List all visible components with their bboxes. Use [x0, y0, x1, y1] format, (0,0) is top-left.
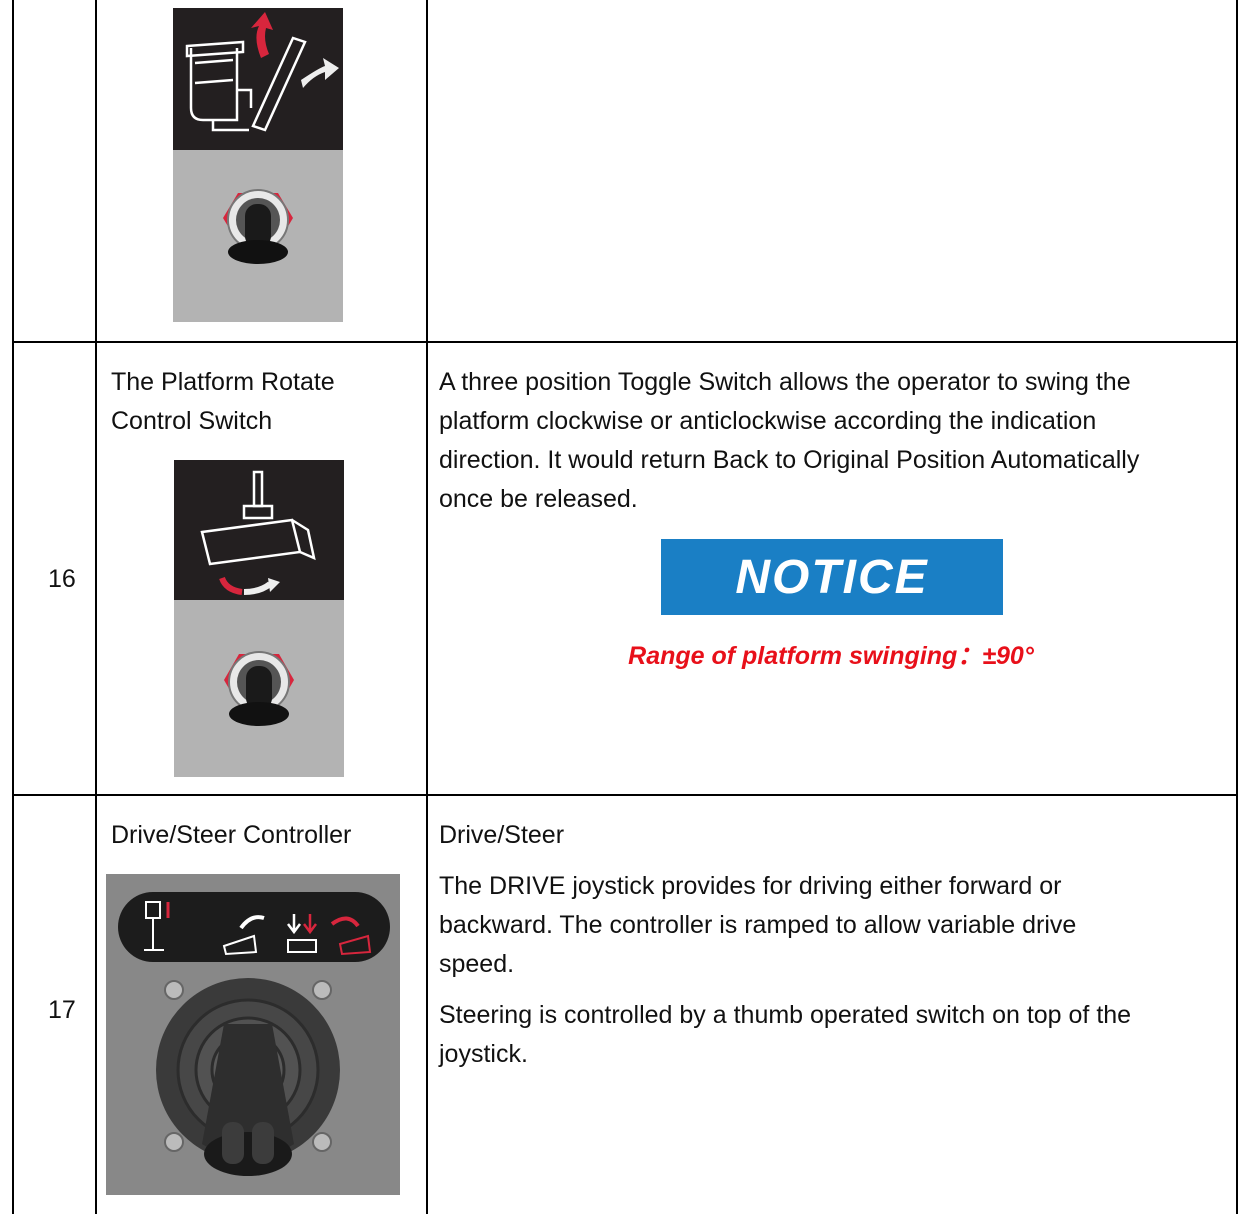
control-name-line: Control Switch — [111, 407, 273, 435]
table-border-left — [12, 0, 14, 1214]
description-line: joystick. — [439, 1040, 528, 1068]
description-line: direction. It would return Back to Origi… — [439, 446, 1140, 474]
row-number-17: 17 — [48, 996, 76, 1024]
table-border-col2 — [426, 0, 428, 1214]
description-line: Steering is controlled by a thumb operat… — [439, 1001, 1132, 1029]
table-border-right — [1236, 0, 1238, 1214]
joystick-icon — [106, 874, 400, 1195]
row-divider-1 — [12, 341, 1238, 343]
control-name-17: Drive/Steer Controller — [111, 821, 352, 849]
control-description-16: A three position Toggle Switch allows th… — [439, 363, 1139, 519]
table-border-col1 — [95, 0, 97, 1214]
description-line: once be released. — [439, 485, 638, 513]
platform-level-icon — [173, 8, 343, 322]
platform-rotate-icon — [174, 460, 344, 777]
description-heading: Drive/Steer — [439, 821, 565, 849]
description-line: A three position Toggle Switch allows th… — [439, 368, 1131, 396]
control-name-16: The Platform Rotate Control Switch — [111, 363, 335, 441]
drive-steer-joystick-panel — [106, 874, 400, 1195]
row-divider-2 — [12, 794, 1238, 796]
platform-level-toggle-panel — [173, 8, 343, 322]
description-line: The DRIVE joystick provides for driving … — [439, 872, 1062, 900]
control-description-17: Drive/Steer The DRIVE joystick provides … — [439, 816, 1131, 1074]
description-line: platform clockwise or anticlockwise acco… — [439, 407, 1097, 435]
notice-badge: NOTICE — [661, 539, 1003, 615]
notice-text: Range of platform swinging：±90° — [628, 642, 1034, 670]
description-line: backward. The controller is ramped to al… — [439, 911, 1077, 939]
description-line: speed. — [439, 950, 515, 978]
control-name-line: The Platform Rotate — [111, 368, 335, 396]
row-number-16: 16 — [48, 565, 76, 593]
platform-rotate-toggle-panel — [174, 460, 344, 777]
controls-table: 16 The Platform Rotate Control Switch A … — [0, 0, 1240, 1214]
